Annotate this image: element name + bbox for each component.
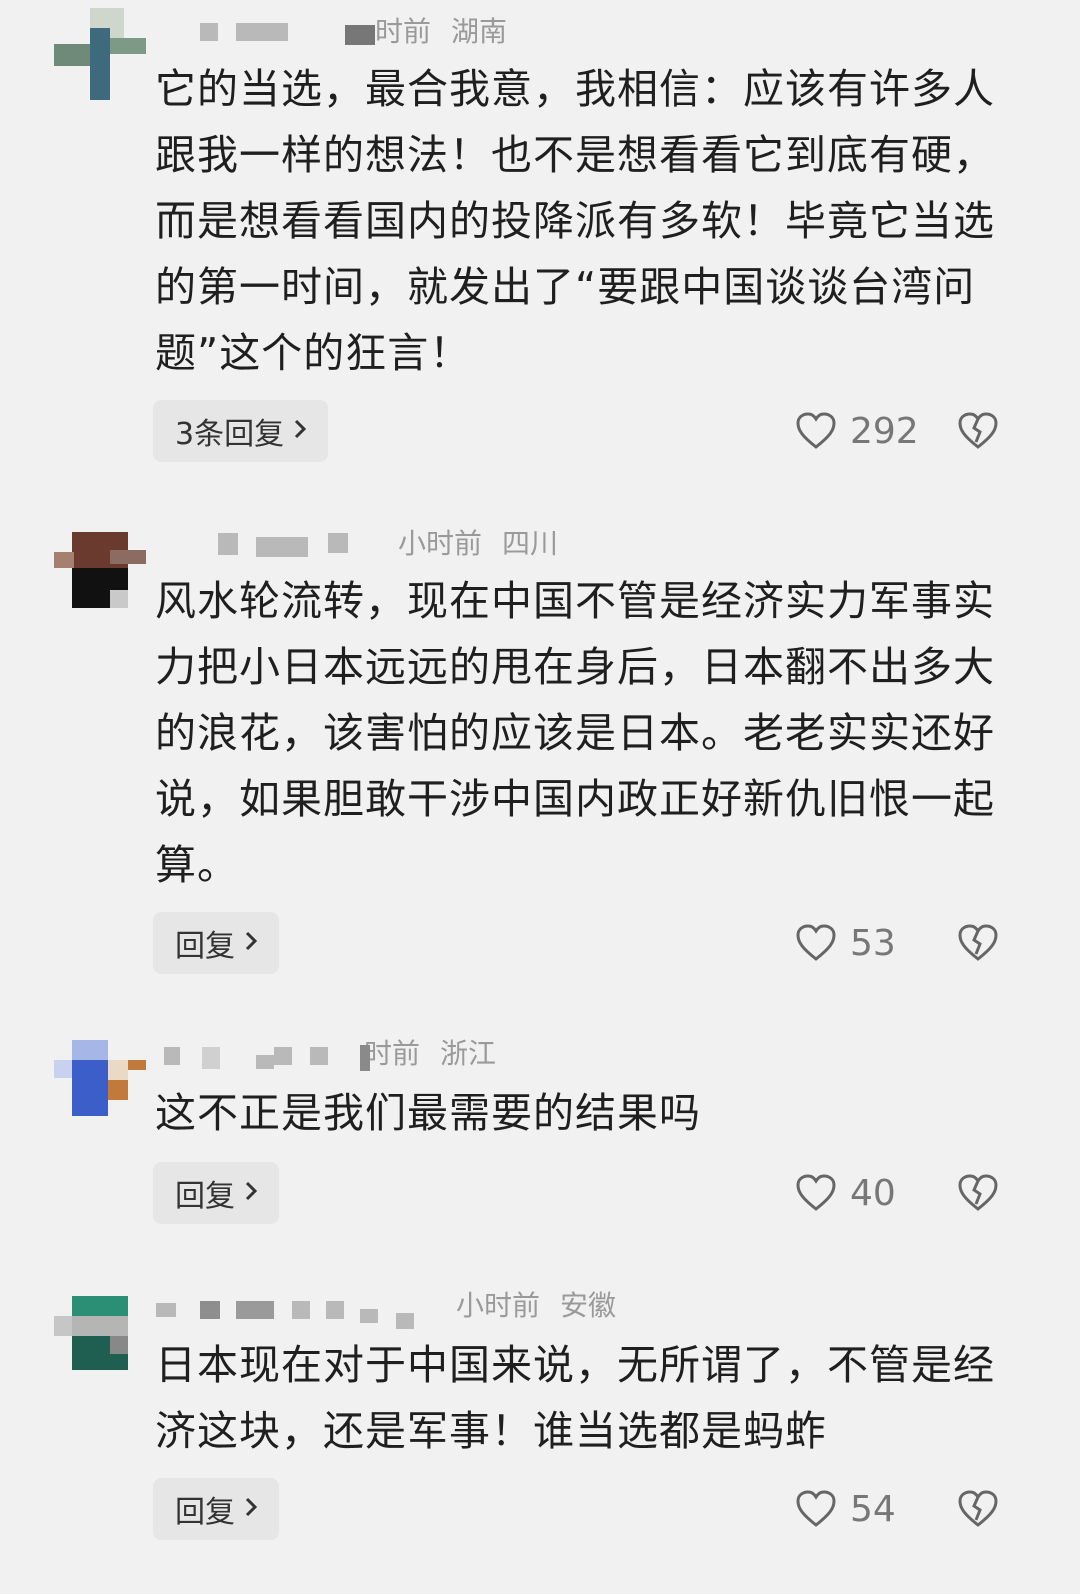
blurred-username (200, 15, 375, 45)
reply-label: 3条回复 (175, 417, 285, 452)
dislike-button[interactable] (958, 1162, 998, 1224)
heart-icon (796, 924, 836, 961)
comment-location: 湖南 (451, 15, 508, 48)
avatar[interactable] (54, 1040, 146, 1132)
comment-location: 浙江 (440, 1037, 497, 1070)
avatar[interactable] (54, 1296, 146, 1388)
reply-button[interactable]: 回复 (153, 1162, 279, 1224)
chevron-right-icon (243, 1492, 259, 1527)
broken-heart-icon (958, 1490, 998, 1527)
like-count: 53 (850, 922, 896, 964)
comment-text: 它的当选，最合我意，我相信：应该有许多人跟我一样的想法！也不是想看看它到底有硬，… (155, 65, 995, 377)
comment-time: 小时前 (456, 1289, 541, 1322)
reply-label: 回复 (175, 929, 235, 964)
comment-location: 安徽 (560, 1289, 617, 1322)
broken-heart-icon (958, 412, 998, 449)
comment-text: 风水轮流转，现在中国不管是经济实力军事实力把小日本远远的甩在身后，日本翻不出多大… (155, 577, 995, 889)
reply-button[interactable]: 回复 (153, 912, 279, 974)
comment-meta: 时前 浙江 (164, 1032, 496, 1072)
blurred-username (156, 1289, 456, 1329)
broken-heart-icon (958, 924, 998, 961)
reply-button[interactable]: 3条回复 (153, 400, 329, 462)
heart-icon (796, 1490, 836, 1527)
like-count: 40 (850, 1172, 896, 1214)
avatar[interactable] (54, 8, 146, 100)
comment-meta: 小时前 四川 (218, 522, 558, 562)
broken-heart-icon (958, 1174, 998, 1211)
like-button[interactable]: 292 (796, 400, 919, 462)
comment-time: 时前 (375, 15, 432, 48)
comment-location: 四川 (502, 527, 559, 560)
dislike-button[interactable] (958, 1478, 998, 1540)
heart-icon (796, 1174, 836, 1211)
reply-button[interactable]: 回复 (153, 1478, 279, 1540)
comment-text: 这不正是我们最需要的结果吗 (155, 1089, 701, 1137)
comment-time: 时前 (364, 1037, 421, 1070)
dislike-button[interactable] (958, 912, 998, 974)
dislike-button[interactable] (958, 400, 998, 462)
chevron-right-icon (292, 414, 308, 449)
blurred-username (164, 1037, 370, 1071)
chevron-right-icon (243, 1176, 259, 1211)
comment-time: 小时前 (398, 527, 483, 560)
blurred-username (218, 527, 398, 557)
like-count: 292 (850, 410, 919, 452)
chevron-right-icon (243, 926, 259, 961)
avatar[interactable] (54, 532, 146, 624)
comment-text: 日本现在对于中国来说，无所谓了，不管是经济这块，还是军事！谁当选都是蚂蚱 (155, 1341, 995, 1455)
heart-icon (796, 412, 836, 449)
comment-meta: 时前 湖南 (200, 10, 507, 50)
like-button[interactable]: 53 (796, 912, 896, 974)
reply-label: 回复 (175, 1495, 235, 1530)
like-count: 54 (850, 1488, 896, 1530)
reply-label: 回复 (175, 1179, 235, 1214)
like-button[interactable]: 54 (796, 1478, 896, 1540)
comment-meta: 小时前 安徽 (156, 1284, 617, 1329)
like-button[interactable]: 40 (796, 1162, 896, 1224)
